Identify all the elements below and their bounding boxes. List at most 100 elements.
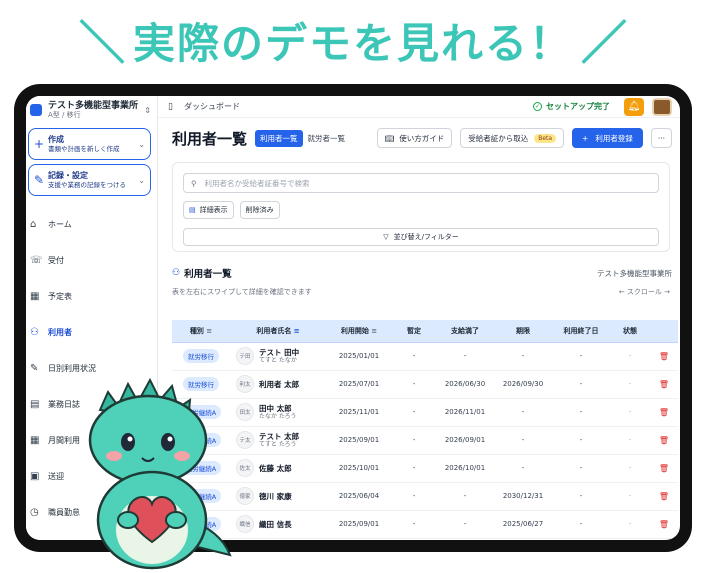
col-type[interactable]: 種別 ≡ (172, 320, 230, 343)
cell-actions: 🗑︎ (650, 342, 678, 371)
breadcrumb[interactable]: ダッシュボード (184, 101, 240, 112)
cell-end: - (552, 342, 610, 371)
list-office-name: テスト多機能型事業所 (597, 268, 672, 278)
cell-name[interactable]: 徳家 徳川 家康 (230, 482, 326, 511)
book-icon: 📖︎ (384, 133, 395, 143)
search-placeholder: 利用者名か受給者証番号で検索 (204, 178, 310, 188)
col-name[interactable]: 利用者氏名 ≡ (230, 320, 326, 343)
pencil-icon: ✎ (34, 173, 45, 187)
col-label: 利用者氏名 (256, 326, 292, 335)
cell-name[interactable]: テ太 テスト 太郎 てすと たろう (230, 426, 326, 455)
search-input[interactable]: ⚲ 利用者名か受給者証番号で検索 (183, 173, 659, 193)
chevron-down-icon: ⌄ (138, 139, 145, 149)
sort-filter-button[interactable]: ▽ 並び替え/フィルター (183, 228, 659, 246)
cell-deadline: 2025/06/27 (494, 510, 552, 539)
sort-icon: ≡ (293, 326, 300, 335)
sidebar-item-home[interactable]: ⌂ ホーム (26, 206, 157, 242)
filter-chips: ▤ 詳細表示 削除済み (183, 201, 659, 219)
trash-icon[interactable]: 🗑︎ (659, 520, 669, 529)
office-name: テスト多機能型事業所 (48, 100, 139, 111)
cell-start: 2025/01/01 (326, 342, 392, 371)
user-name: 徳川 家康 (259, 491, 292, 501)
sidebar-item-users[interactable]: ⚇ 利用者 (26, 314, 157, 350)
cell-provisional: - (392, 398, 436, 427)
table-row[interactable]: 就労移行 テ田 テスト 田中 てすと たなか 2025/01/01- - - - - 🗑︎ (172, 342, 678, 371)
cell-grant-end: - (436, 482, 494, 511)
mascot-hand-left (117, 511, 139, 529)
cell-name[interactable]: 佐太 佐藤 太郎 (230, 454, 326, 483)
cell-name[interactable]: テ田 テスト 田中 てすと たなか (230, 342, 326, 371)
sidebar-item-schedule[interactable]: ▦ 予定表 (26, 278, 157, 314)
sidebar-item-reception[interactable]: ☏ 受付 (26, 242, 157, 278)
trash-icon[interactable]: 🗑︎ (659, 408, 669, 417)
cell-status: - (610, 398, 650, 427)
sidebar-item-label: 予定表 (48, 291, 72, 301)
trash-icon[interactable]: 🗑︎ (659, 464, 669, 473)
col-provisional: 暫定 (392, 320, 436, 343)
plus-icon: + (34, 137, 45, 151)
cell-name[interactable]: 織信 織田 信長 (230, 510, 326, 539)
cell-start: 2025/09/01 (326, 510, 392, 539)
table-row[interactable]: 就労継続Aテ太テスト 太郎てすと たろう2025/09/01-2026/09/0… (172, 426, 678, 455)
beta-badge: Beta (534, 133, 557, 143)
cell-actions: 🗑︎ (650, 454, 678, 483)
topbar: ▯ ダッシュボード ✓ セットアップ完了 🔔︎ (158, 96, 680, 118)
chevron-updown-icon: ⇕ (144, 105, 151, 115)
cell-end: - (552, 426, 610, 455)
trash-icon[interactable]: 🗑︎ (659, 352, 669, 361)
trash-icon[interactable]: 🗑︎ (659, 380, 669, 389)
office-switcher[interactable]: テスト多機能型事業所 A型 / 移行 ⇕ (26, 96, 157, 124)
document-icon: ▤ (189, 206, 196, 214)
more-button[interactable]: ··· (650, 128, 672, 148)
col-label: 種別 (189, 326, 204, 335)
cell-name[interactable]: 田太 田中 太郎 たなか たろう (230, 398, 326, 427)
bus-icon: ▣ (30, 470, 40, 482)
headline-text: 実際のデモを見れる！ (132, 18, 573, 68)
filter-icon: ▽ (383, 233, 389, 241)
detail-view-chip[interactable]: ▤ 詳細表示 (183, 201, 234, 219)
tab-workers-list[interactable]: 就労者一覧 (303, 130, 351, 147)
cell-grant-end: - (436, 342, 494, 371)
setup-status[interactable]: ✓ セットアップ完了 (533, 101, 610, 112)
avatar: 利太 (236, 375, 254, 393)
table-row[interactable]: 就労継続A織信織田 信長2025/09/01--2025/06/27--🗑︎ (172, 510, 678, 539)
users-table: 種別 ≡ 利用者氏名 ≡ 利用開始 ≡ 暫定 支給満了 期限 利用終了日 状態 … (172, 320, 678, 539)
table-row[interactable]: 就労移行 利太 利用者 太郎 2025/07/01-2026/06/30 2026/09… (172, 370, 678, 399)
create-menu-card[interactable]: + 作成 書類や計画を新しく作成 ⌄ (28, 128, 151, 160)
list-switch: 利用者一覧 就労者一覧 (255, 129, 351, 147)
cell-start: 2025/07/01 (326, 370, 392, 399)
headline: ＼ 実際のデモを見れる！ ／ (0, 6, 706, 74)
trash-icon[interactable]: 🗑︎ (659, 436, 669, 445)
table-row[interactable]: 就労継続A 田太 田中 太郎 たなか たろう 2025/11/01-2026/11/01… (172, 398, 678, 427)
table-row[interactable]: 就労継続A徳家徳川 家康2025/06/04--2030/12/31--🗑︎ (172, 482, 678, 511)
hint-row: 表を左右にスワイプして詳細を確認できます ← スクロール → (158, 286, 680, 298)
headline-slash-left: ＼ (78, 16, 125, 70)
trash-icon[interactable]: 🗑︎ (659, 492, 669, 501)
user-name: 織田 信長 (259, 519, 292, 529)
bell-icon[interactable]: 🔔︎ (624, 97, 644, 116)
avatar: テ太 (236, 431, 254, 449)
clock-icon: ◷ (30, 506, 39, 518)
tab-users-list[interactable]: 利用者一覧 (255, 129, 303, 147)
table-row[interactable]: 就労継続A 佐太 佐藤 太郎 2025/10/01-2026/10/01- - - 🗑︎ (172, 454, 678, 483)
home-icon: ⌂ (30, 218, 37, 230)
avatar: テ田 (236, 347, 254, 365)
deleted-chip[interactable]: 削除済み (239, 201, 280, 219)
sidebar-toggle-icon[interactable]: ▯ (168, 102, 184, 112)
cell-status: - (610, 510, 650, 539)
box-icon[interactable] (652, 97, 672, 116)
mascot-eye-left (121, 433, 135, 451)
cell-status: - (610, 342, 650, 371)
detail-chip-label: 詳細表示 (199, 206, 228, 214)
register-user-button[interactable]: + 利用者登録 (572, 128, 643, 148)
cell-type: 就労移行 (172, 342, 230, 371)
col-start[interactable]: 利用開始 ≡ (326, 320, 392, 343)
sidebar-item-label: 送迎 (48, 471, 64, 481)
filter-card: ⚲ 利用者名か受給者証番号で検索 ▤ 詳細表示 削除済み ▽ 並び替え/フィルター (172, 162, 670, 252)
record-menu-card[interactable]: ✎ 記録・設定 支援や業務の記録をつける ⌄ (28, 164, 151, 196)
guide-button[interactable]: 📖︎ 使い方ガイド (376, 128, 453, 148)
avatar: 田太 (236, 403, 254, 421)
cell-name[interactable]: 利太 利用者 太郎 (230, 370, 326, 399)
import-button[interactable]: 受給者証から取込 Beta (460, 128, 565, 148)
cell-actions: 🗑︎ (650, 482, 678, 511)
